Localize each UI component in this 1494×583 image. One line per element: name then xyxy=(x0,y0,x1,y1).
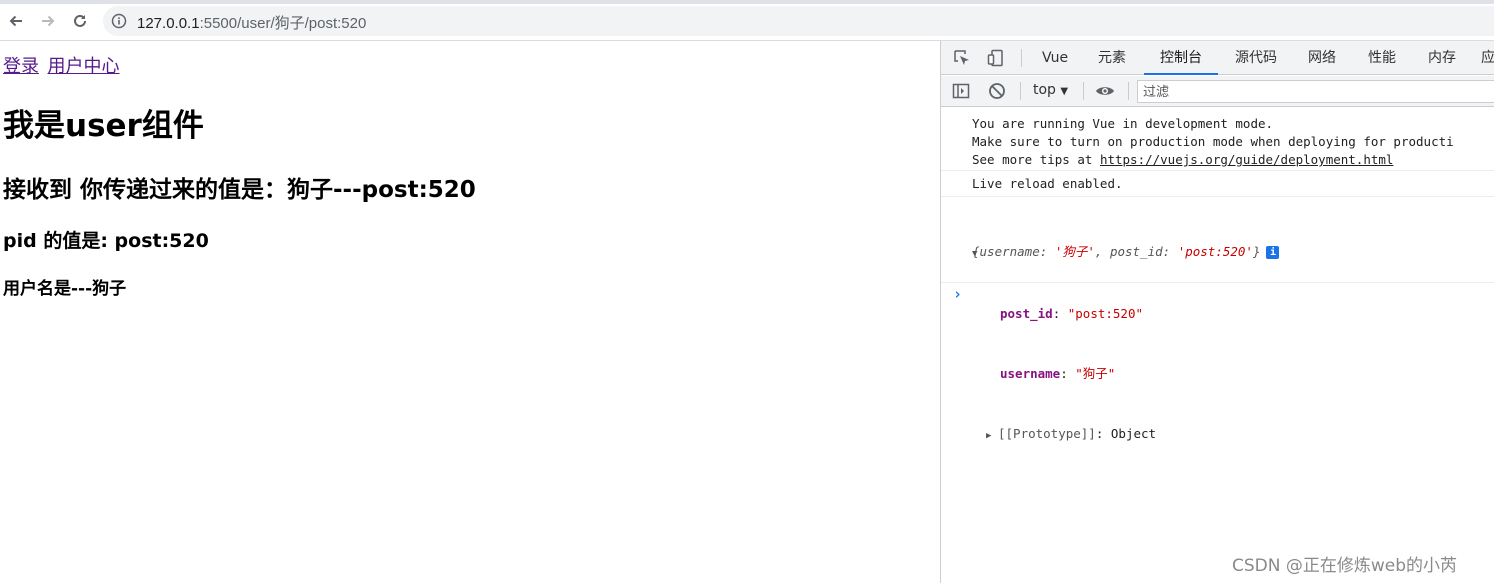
tab-elements[interactable]: 元素 xyxy=(1089,41,1135,75)
console-message-live-reload: Live reload enabled. xyxy=(941,171,1494,197)
obj-colon: : xyxy=(1039,244,1055,259)
console-output: You are running Vue in development mode.… xyxy=(941,108,1494,441)
tab-memory[interactable]: 内存 xyxy=(1418,41,1466,75)
vue-line-2: Make sure to turn on production mode whe… xyxy=(972,134,1454,149)
console-toolbar: top ▼ xyxy=(941,76,1494,107)
info-badge-icon[interactable]: i xyxy=(1266,246,1280,259)
username-heading: 用户名是---狗子 xyxy=(3,279,127,299)
tab-network[interactable]: 网络 xyxy=(1298,41,1346,75)
prototype-key: [[Prototype]] xyxy=(998,426,1096,441)
back-icon[interactable] xyxy=(5,10,27,32)
object-property-username: username: "狗子" xyxy=(972,364,1494,384)
vue-line-3-prefix: See more tips at xyxy=(972,152,1100,167)
tab-performance[interactable]: 性能 xyxy=(1358,41,1406,75)
dropdown-arrow-icon: ▼ xyxy=(1060,86,1069,97)
console-filter[interactable] xyxy=(1137,80,1494,103)
vue-line-1: You are running Vue in development mode. xyxy=(972,116,1274,131)
clear-console-icon[interactable] xyxy=(986,80,1008,102)
obj-val-username: '狗子' xyxy=(1054,244,1095,259)
console-prompt[interactable]: › xyxy=(941,283,1494,309)
url-host: 127.0.0.1 xyxy=(137,15,200,32)
page-content: 登录 用户中心 我是user组件 接收到 你传递过来的值是：狗子---post:… xyxy=(0,41,940,583)
live-expression-eye-icon[interactable] xyxy=(1094,80,1116,102)
prototype-colon: : xyxy=(1095,426,1111,441)
obj-sep: , xyxy=(1094,244,1110,259)
toolbar-divider xyxy=(1083,82,1084,100)
property-colon: : xyxy=(1060,366,1076,381)
watermark: CSDN @正在修炼web的小芮 xyxy=(1232,556,1458,576)
info-icon[interactable] xyxy=(111,13,127,29)
vue-line-3: See more tips at https://vuejs.org/guide… xyxy=(972,151,1494,169)
pid-heading: pid 的值是: post:520 xyxy=(3,230,209,252)
device-toolbar-icon[interactable] xyxy=(985,47,1007,69)
browser-toolbar: 127.0.0.1:5500/user/狗子/post:520 xyxy=(0,0,1494,41)
toolbar-divider xyxy=(1128,82,1129,100)
prompt-chevron-icon: › xyxy=(953,285,963,303)
property-value: "狗子" xyxy=(1075,366,1116,381)
console-message-vue: You are running Vue in development mode.… xyxy=(941,108,1494,171)
forward-icon[interactable] xyxy=(37,10,59,32)
tab-vue[interactable]: Vue xyxy=(1033,41,1077,75)
object-summary[interactable]: ▼{username: '狗子', post_id: 'post:520'} i xyxy=(972,242,1494,264)
obj-colon: : xyxy=(1162,244,1178,259)
devtools-tabbar: Vue 元素 控制台 源代码 网络 性能 内存 应 xyxy=(941,41,1494,75)
url-path: :5500/user/狗子/post:520 xyxy=(199,15,367,32)
context-label: top xyxy=(1033,82,1056,98)
collapse-triangle-icon[interactable]: ▶ xyxy=(986,426,998,446)
sidebar-toggle-icon[interactable] xyxy=(950,80,972,102)
property-key: username xyxy=(1000,366,1061,381)
obj-key-post-id: post_id xyxy=(1109,244,1163,259)
obj-key-username: username xyxy=(979,244,1040,259)
page-heading: 我是user组件 xyxy=(3,108,204,144)
url-text[interactable]: 127.0.0.1:5500/user/狗子/post:520 xyxy=(137,12,366,33)
devtools-panel: Vue 元素 控制台 源代码 网络 性能 内存 应 top ▼ You are … xyxy=(940,41,1494,583)
received-value-heading: 接收到 你传递过来的值是：狗子---post:520 xyxy=(3,177,476,203)
login-link[interactable]: 登录 xyxy=(3,56,39,76)
vue-deployment-link[interactable]: https://vuejs.org/guide/deployment.html xyxy=(1100,152,1394,167)
filter-input[interactable] xyxy=(1138,82,1494,103)
object-prototype[interactable]: ▶ [[Prototype]]: Object xyxy=(972,424,1494,446)
toolbar-divider xyxy=(1020,82,1021,100)
address-bar[interactable]: 127.0.0.1:5500/user/狗子/post:520 xyxy=(103,6,1494,36)
console-message-object: ▼{username: '狗子', post_id: 'post:520'} i … xyxy=(941,197,1494,441)
inspect-element-icon[interactable] xyxy=(951,47,973,69)
prototype-value: Object xyxy=(1110,426,1157,441)
tab-sources[interactable]: 源代码 xyxy=(1225,41,1287,75)
user-center-link[interactable]: 用户中心 xyxy=(48,56,120,76)
router-links: 登录 用户中心 xyxy=(3,52,124,78)
tab-console[interactable]: 控制台 xyxy=(1144,41,1218,75)
context-selector[interactable]: top ▼ xyxy=(1033,82,1068,98)
toolbar-divider xyxy=(1021,49,1022,67)
obj-brace-close: } xyxy=(1252,244,1261,259)
tab-application[interactable]: 应 xyxy=(1478,41,1494,75)
reload-icon[interactable] xyxy=(69,10,91,32)
tab-strip xyxy=(0,0,1494,4)
obj-val-post-id: 'post:520' xyxy=(1177,244,1253,259)
obj-brace-open: { xyxy=(972,244,980,259)
